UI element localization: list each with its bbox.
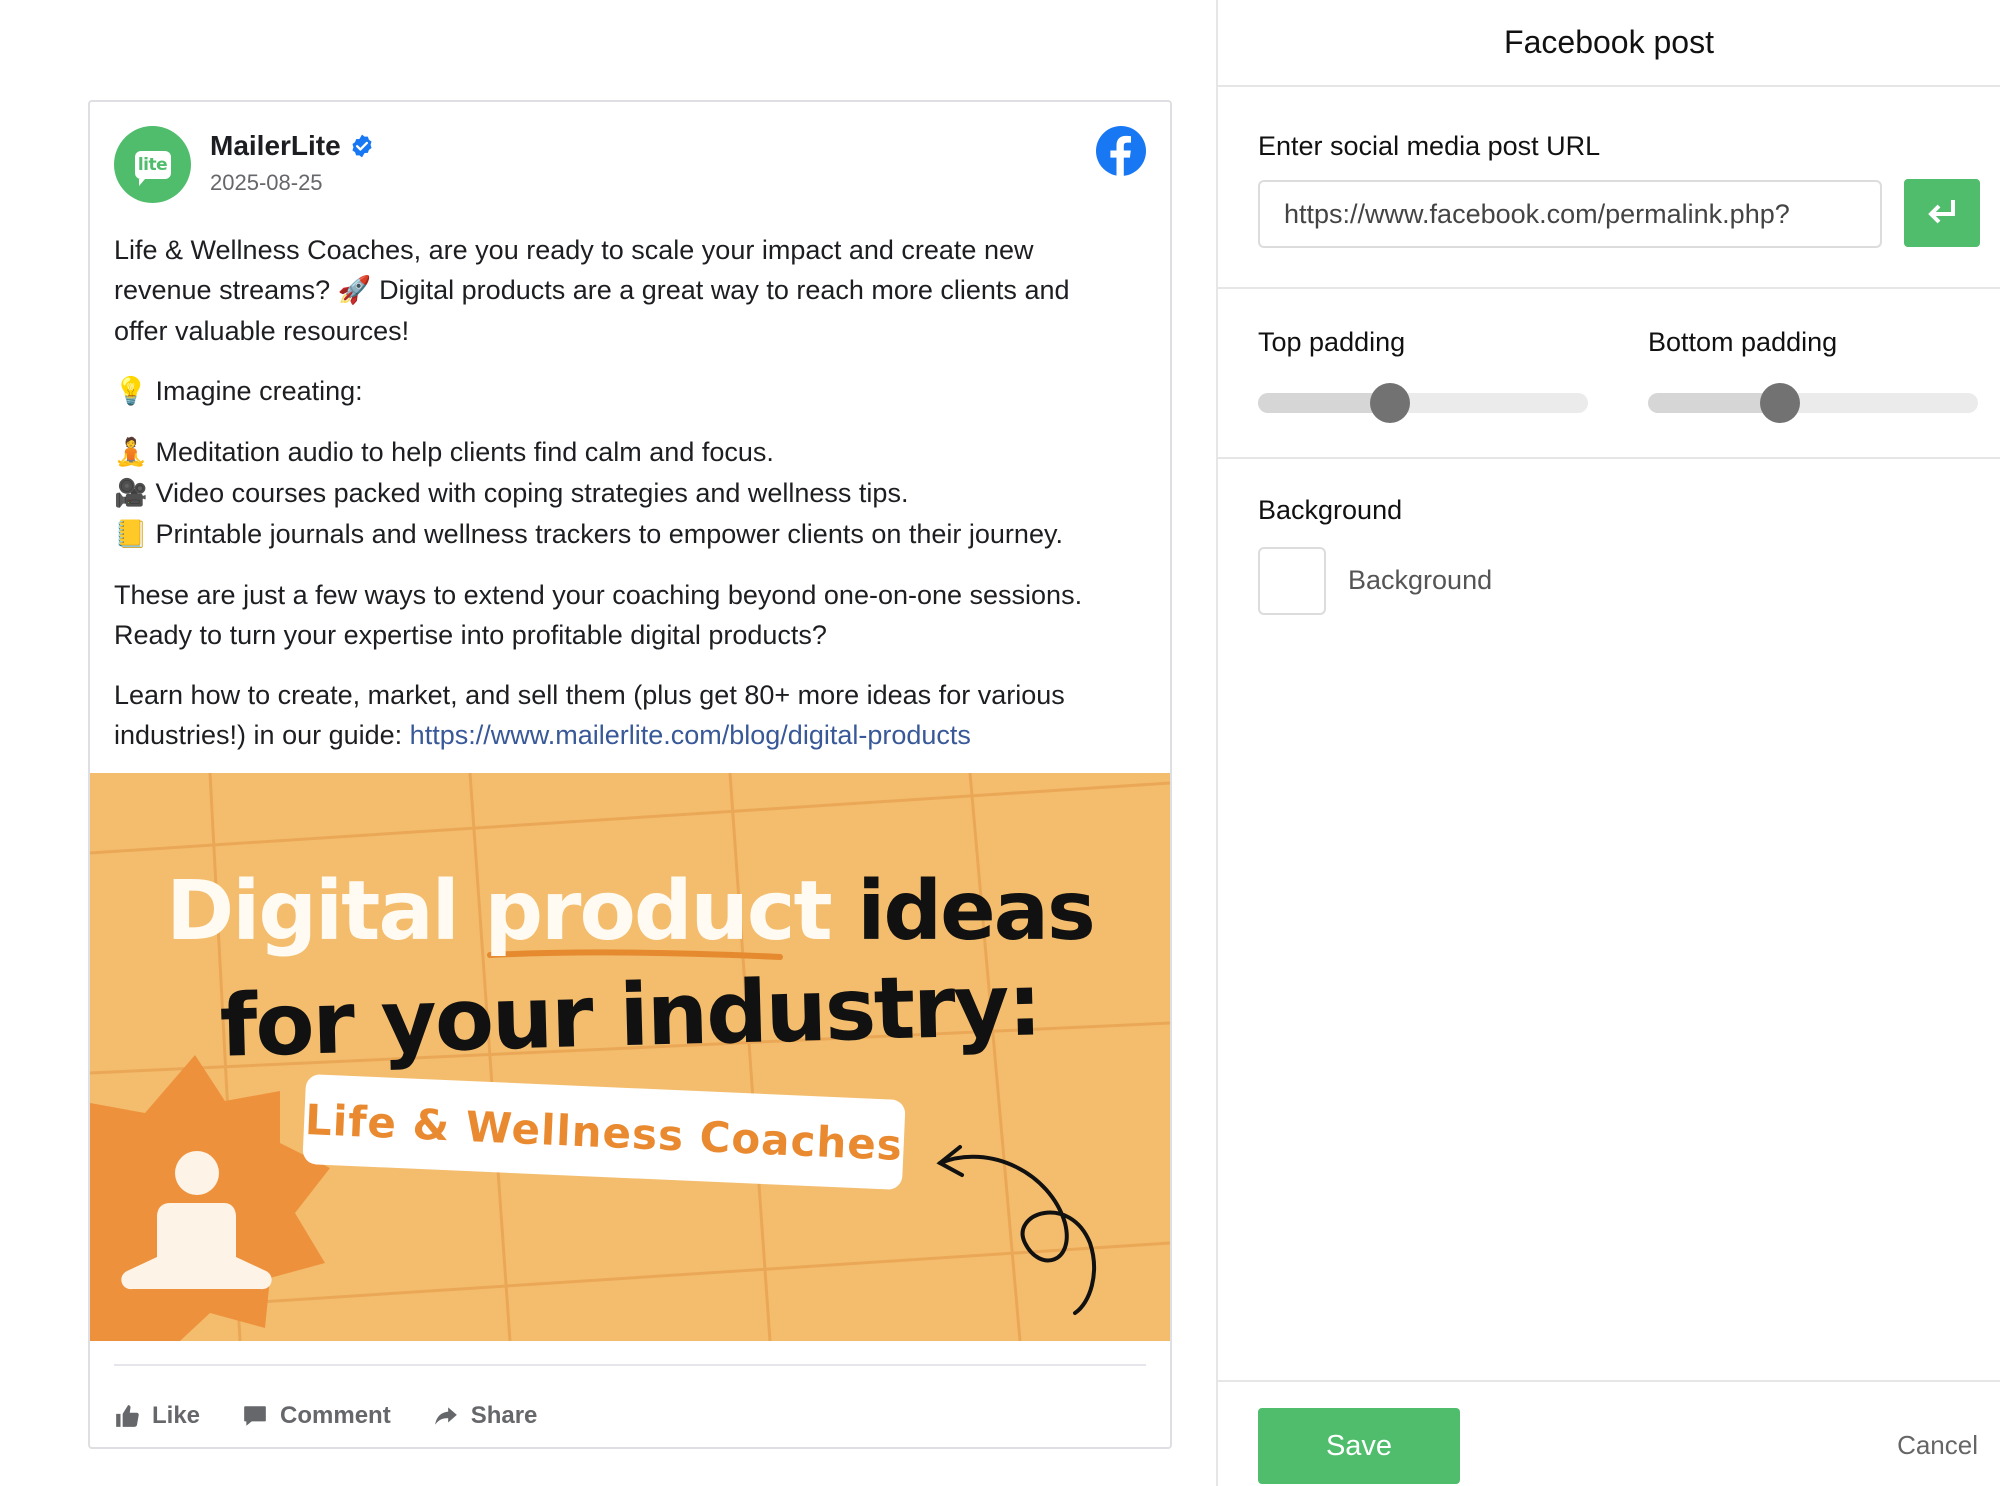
list-item: 📒 Printable journals and wellness tracke… — [114, 514, 1154, 555]
url-label: Enter social media post URL — [1258, 131, 1601, 161]
comment-button[interactable]: Comment — [242, 1402, 391, 1430]
bottom-padding-label: Bottom padding — [1648, 327, 1838, 357]
post-line: Life & Wellness Coaches, are you ready t… — [114, 235, 1034, 265]
share-icon — [434, 1407, 457, 1425]
post-line: revenue streams? 🚀 Digital products are … — [114, 270, 1154, 311]
video-camera-icon: 🎥 — [114, 478, 148, 509]
meditation-emoji-icon: 🧘 — [114, 437, 148, 468]
image-title-word: product — [484, 864, 832, 959]
like-button[interactable]: Like — [114, 1402, 200, 1430]
post-line: industries!) in our guide: https://www.m… — [114, 715, 1154, 755]
post-header: lite MailerLite 2025-08-25 — [114, 126, 1146, 206]
post-paragraph-imagine: 💡 Imagine creating: — [114, 371, 1154, 412]
slider-thumb[interactable] — [1370, 383, 1410, 423]
bottom-padding-slider[interactable] — [1648, 383, 1978, 423]
post-paragraph-ways: These are just a few ways to extend your… — [114, 575, 1154, 655]
list-item-text: Printable journals and wellness trackers… — [155, 519, 1063, 549]
preview-area: lite MailerLite 2025-08-25 Life & Wellne… — [0, 0, 1216, 1486]
post-line: offer valuable resources! — [114, 316, 410, 346]
post-line: Learn how to create, market, and sell th… — [114, 680, 1065, 710]
list-item-text: Meditation audio to help clients find ca… — [155, 437, 774, 467]
post-url-input[interactable]: https://www.facebook.com/permalink.php? — [1258, 180, 1882, 248]
post-line: These are just a few ways to extend your… — [114, 580, 1083, 610]
post-actions: Like Comment Share — [114, 1386, 537, 1446]
comment-label: Comment — [280, 1402, 391, 1429]
curly-arrow-icon — [936, 1145, 1097, 1315]
settings-panel: Facebook post Enter social media post UR… — [1216, 0, 2000, 1486]
slider-thumb[interactable] — [1760, 383, 1800, 423]
top-padding-label: Top padding — [1258, 327, 1406, 357]
post-text-fragment: Imagine creating: — [155, 376, 363, 406]
panel-title: Facebook post — [1218, 0, 2000, 87]
padding-section: Top padding Bottom padding — [1218, 289, 2000, 459]
background-color-swatch[interactable] — [1258, 547, 1326, 615]
post-text-fragment: revenue streams? — [114, 275, 331, 305]
facebook-post-card: lite MailerLite 2025-08-25 Life & Wellne… — [88, 100, 1172, 1449]
image-title-line1: Digital product ideas — [90, 871, 1170, 953]
verified-badge-icon — [352, 134, 372, 158]
sun-badge — [90, 1055, 330, 1341]
author-name-row: MailerLite — [210, 130, 375, 162]
avatar: lite — [114, 126, 191, 203]
image-title-word: Digital — [166, 864, 460, 959]
image-title-line2: for your industry: — [218, 955, 1042, 1077]
rocket-icon: 🚀 — [337, 275, 372, 306]
avatar-logo: lite — [134, 150, 171, 186]
like-icon — [116, 1405, 139, 1427]
author-block: MailerLite 2025-08-25 — [210, 130, 375, 196]
post-paragraph-intro: Life & Wellness Coaches, are you ready t… — [114, 230, 1154, 351]
image-title-word: ideas — [857, 864, 1096, 959]
top-padding-slider[interactable] — [1258, 383, 1588, 423]
comment-icon — [244, 1406, 266, 1426]
share-label: Share — [470, 1402, 538, 1429]
post-line: Ready to turn your expertise into profit… — [114, 620, 827, 650]
url-section: Enter social media post URL https://www.… — [1218, 87, 2000, 289]
list-item: 🎥 Video courses packed with coping strat… — [114, 473, 1154, 514]
notebook-icon: 📒 — [114, 519, 148, 550]
post-text-fragment: Digital products are a great way to reac… — [379, 275, 1070, 305]
post-date: 2025-08-25 — [210, 170, 323, 195]
background-section: Background Background — [1218, 459, 2000, 659]
facebook-icon[interactable] — [1096, 126, 1146, 176]
lightbulb-icon: 💡 — [114, 376, 148, 407]
save-button[interactable]: Save — [1258, 1408, 1460, 1484]
cancel-button[interactable]: Cancel — [1897, 1430, 1978, 1461]
like-label: Like — [152, 1402, 201, 1429]
post-paragraph-guide: Learn how to create, market, and sell th… — [114, 675, 1154, 755]
guide-link[interactable]: https://www.mailerlite.com/blog/digital-… — [410, 720, 971, 750]
enter-icon — [1928, 200, 1955, 224]
author-name: MailerLite — [210, 130, 341, 161]
background-label: Background — [1258, 495, 1403, 525]
post-text-fragment: industries!) in our guide: — [114, 720, 403, 750]
list-item: 🧘 Meditation audio to help clients find … — [114, 432, 1154, 473]
panel-footer: Save Cancel — [1218, 1380, 2000, 1486]
divider — [114, 1364, 1146, 1366]
list-item-text: Video courses packed with coping strateg… — [155, 478, 909, 508]
background-swatch-label: Background — [1348, 565, 1493, 595]
post-ideas-list: 🧘 Meditation audio to help clients find … — [114, 432, 1154, 555]
post-image[interactable]: Digital product ideas for your industry:… — [90, 773, 1170, 1341]
share-button[interactable]: Share — [433, 1402, 538, 1430]
submit-url-button[interactable] — [1904, 179, 1980, 247]
post-text: Life & Wellness Coaches, are you ready t… — [114, 230, 1154, 775]
